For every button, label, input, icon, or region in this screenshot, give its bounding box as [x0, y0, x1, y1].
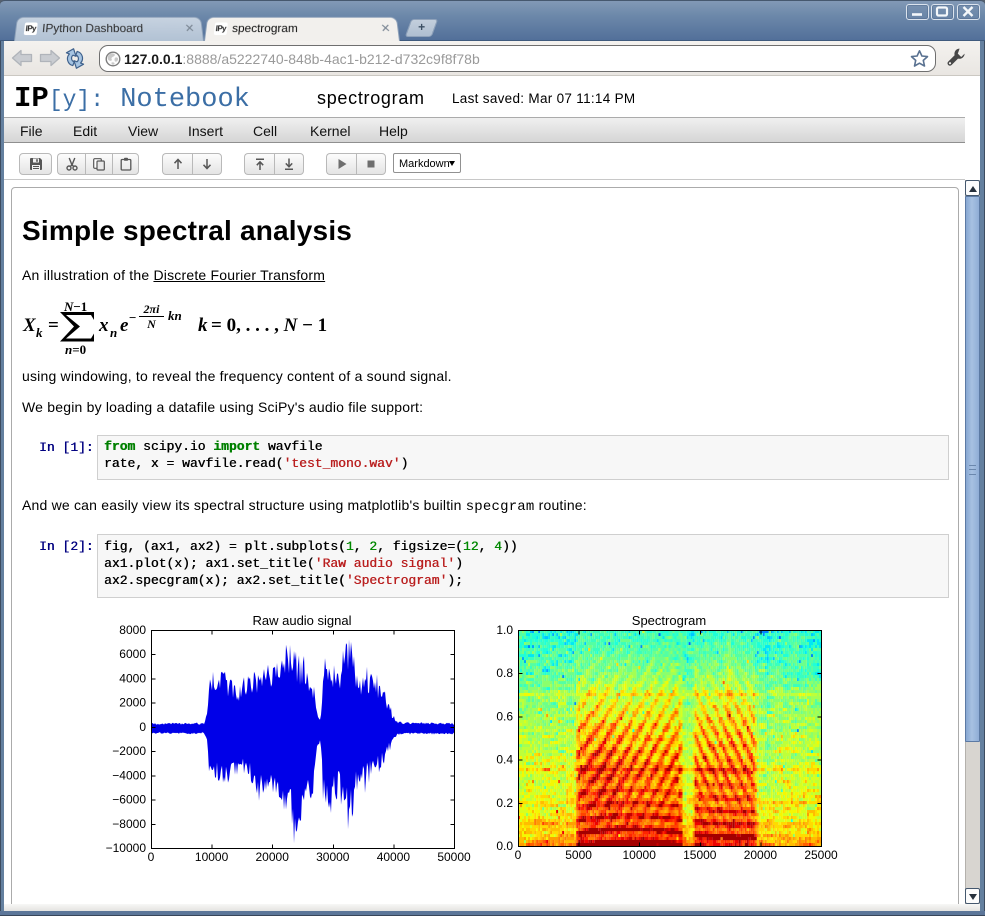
svg-text:0.8: 0.8	[496, 666, 513, 680]
svg-text:4000: 4000	[119, 671, 146, 685]
svg-text:−4000: −4000	[112, 768, 146, 782]
svg-text:2000: 2000	[119, 696, 146, 710]
svg-text:Spectrogram: Spectrogram	[632, 613, 706, 628]
svg-text:0: 0	[515, 848, 522, 862]
svg-text:30000: 30000	[316, 850, 350, 864]
svg-text:0.2: 0.2	[496, 796, 513, 810]
svg-text:0.6: 0.6	[496, 709, 513, 723]
svg-text:1.0: 1.0	[496, 623, 513, 637]
svg-text:20000: 20000	[744, 848, 778, 862]
svg-text:20000: 20000	[256, 850, 290, 864]
svg-text:−6000: −6000	[112, 793, 146, 807]
svg-text:−2000: −2000	[112, 744, 146, 758]
svg-text:0.4: 0.4	[496, 753, 513, 767]
svg-text:−10000: −10000	[106, 841, 147, 855]
svg-text:40000: 40000	[377, 850, 411, 864]
svg-text:0: 0	[148, 850, 155, 864]
svg-text:Raw audio signal: Raw audio signal	[252, 613, 351, 628]
svg-text:50000: 50000	[437, 850, 471, 864]
svg-text:0: 0	[139, 720, 146, 734]
svg-text:−8000: −8000	[112, 817, 146, 831]
svg-text:10000: 10000	[195, 850, 229, 864]
svg-text:25000: 25000	[804, 848, 838, 862]
svg-text:5000: 5000	[565, 848, 592, 862]
svg-text:10000: 10000	[623, 848, 657, 862]
svg-text:0.0: 0.0	[496, 839, 513, 853]
svg-text:15000: 15000	[683, 848, 717, 862]
svg-text:8000: 8000	[119, 623, 146, 637]
svg-text:6000: 6000	[119, 647, 146, 661]
